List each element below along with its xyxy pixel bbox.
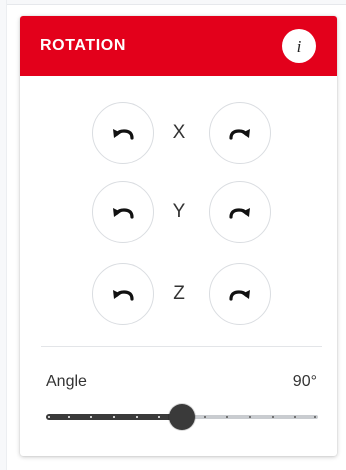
info-icon: i (296, 36, 302, 56)
rotate-y-counterclockwise-button[interactable] (92, 181, 154, 243)
rotate-counterclockwise-icon (112, 205, 134, 219)
slider-tick (67, 416, 70, 418)
window-top-edge (0, 0, 346, 5)
slider-tick (203, 416, 206, 418)
slider-tick (135, 416, 138, 418)
rotate-counterclockwise-icon (112, 126, 134, 140)
info-button[interactable]: i (282, 29, 316, 63)
rotate-x-clockwise-button[interactable] (209, 102, 271, 164)
slider-tick (48, 416, 50, 418)
slider-tick (249, 416, 251, 418)
rotation-panel: ROTATION i X Y Z Angle 90° (20, 16, 337, 456)
axis-label-y: Y (172, 201, 186, 222)
axis-label-z: Z (173, 283, 185, 304)
panel-header: ROTATION i (20, 16, 337, 76)
slider-tick (271, 416, 274, 418)
slider-tick (314, 416, 316, 418)
angle-label: Angle (46, 373, 87, 390)
angle-slider[interactable] (46, 403, 318, 431)
rotate-clockwise-icon (229, 126, 251, 140)
rotate-z-counterclockwise-button[interactable] (92, 263, 154, 325)
axis-label-x: X (172, 122, 186, 143)
slider-thumb[interactable] (169, 404, 195, 430)
rotate-counterclockwise-icon (112, 287, 134, 301)
rotate-x-counterclockwise-button[interactable] (92, 102, 154, 164)
rotation-screen: ROTATION i X Y Z Angle 90° (0, 0, 346, 470)
slider-tick (113, 416, 115, 418)
panel-title: ROTATION (40, 37, 126, 54)
angle-value: 90° (292, 373, 317, 390)
rotate-z-clockwise-button[interactable] (209, 263, 271, 325)
rotate-clockwise-icon (229, 287, 251, 301)
rotate-y-clockwise-button[interactable] (209, 181, 271, 243)
window-left-edge (0, 0, 7, 470)
section-divider (41, 346, 322, 347)
rotate-clockwise-icon (229, 205, 251, 219)
